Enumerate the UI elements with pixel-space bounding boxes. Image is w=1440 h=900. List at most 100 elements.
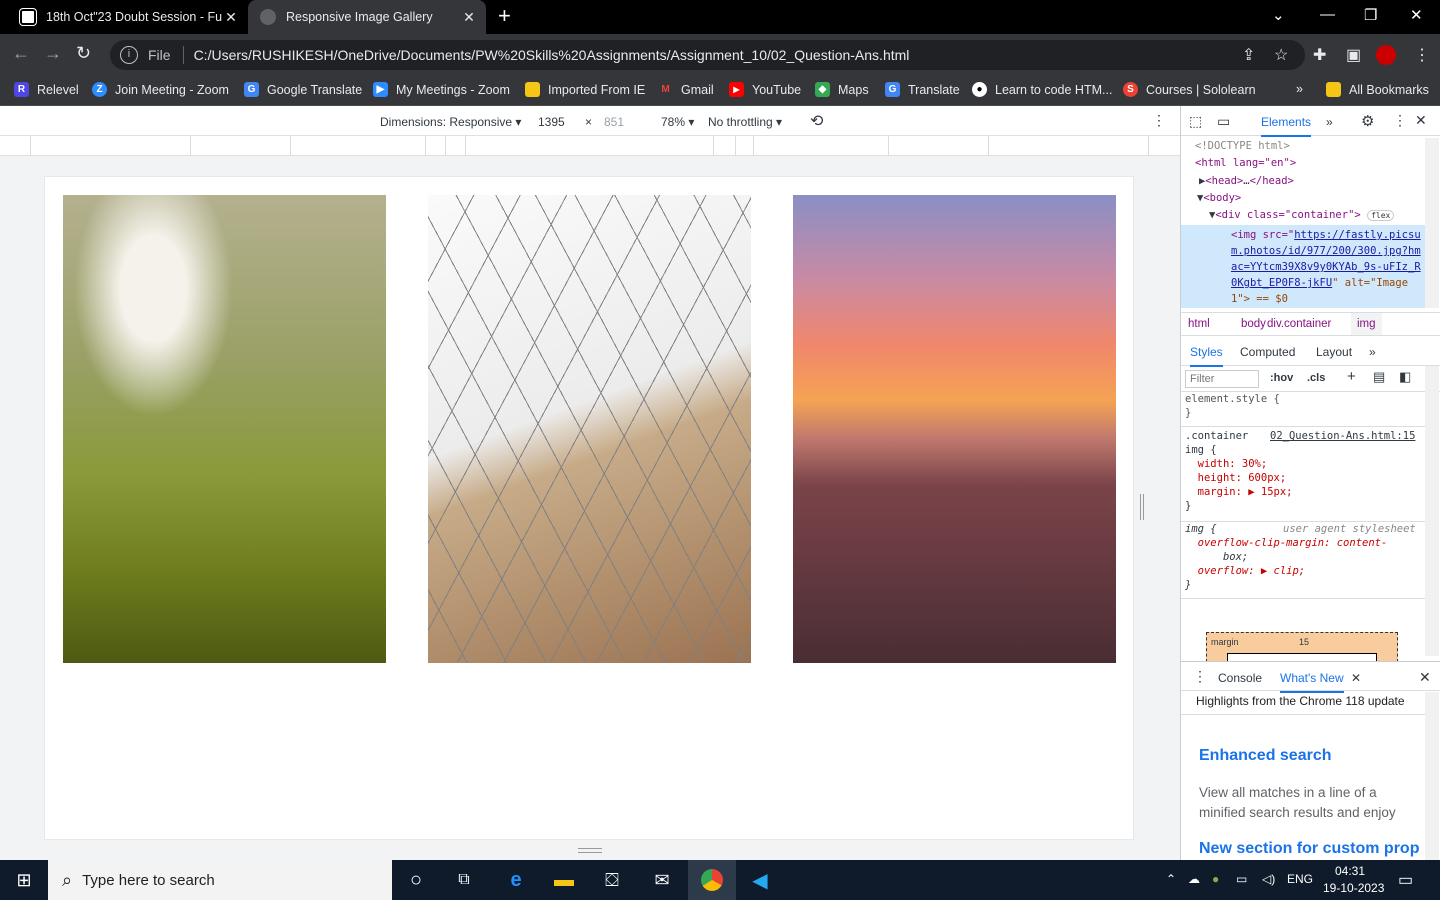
dom-html[interactable]: <html lang="en"> [1195,155,1296,172]
zoom-dropdown[interactable]: 78% ▾ [661,115,694,129]
date-display[interactable]: 19-10-2023 [1323,881,1384,895]
gear-icon[interactable]: ⚙ [1361,112,1374,130]
gallery-image-sunset[interactable] [793,195,1116,663]
notification-icon[interactable]: ▭ [1398,870,1413,890]
styles-filter-input[interactable]: Filter [1185,370,1259,388]
close-icon[interactable]: ✕ [1351,671,1361,685]
menu-kebab-icon[interactable]: ⋮ [1152,112,1166,129]
breadcrumb-body[interactable]: body [1241,318,1266,330]
cloud-icon[interactable]: ☁ [1188,872,1200,886]
dom-div-container[interactable]: ▼<div class="container"> flex [1209,207,1395,224]
cortana-icon[interactable]: ○ [392,860,440,900]
bookmark-relevel[interactable]: R Relevel [14,82,79,97]
whats-new-heading[interactable]: New section for custom prop [1199,840,1425,858]
chrome-icon[interactable] [688,860,736,900]
reload-icon[interactable]: ↻ [76,43,91,64]
tab-styles[interactable]: Styles [1190,345,1223,367]
dom-head[interactable]: ▶<head>…</head> [1199,173,1294,190]
dom-body[interactable]: ▼<body> [1197,190,1241,207]
throttle-dropdown[interactable]: No throttling ▾ [708,115,782,129]
extensions-icon[interactable]: ✚ [1313,45,1326,65]
menu-kebab-icon[interactable]: ⋮ [1393,112,1407,129]
language-indicator[interactable]: ENG [1287,872,1313,886]
bookmark-youtube[interactable]: ▶ YouTube [729,82,801,97]
bookmark-my-meetings[interactable]: ▶ My Meetings - Zoom [373,82,510,97]
taskbar-search[interactable]: ⌕ Type here to search [48,860,392,900]
gallery-image-bridge[interactable] [428,195,751,663]
tab-elements[interactable]: Elements [1261,115,1312,137]
tab-computed[interactable]: Computed [1240,345,1295,359]
close-icon[interactable]: ✕ [1415,112,1427,129]
tab-whats-new[interactable]: What's New [1280,671,1344,693]
more-tabs-icon[interactable]: » [1369,345,1376,359]
volume-icon[interactable]: ◁) [1262,872,1275,886]
menu-kebab-icon[interactable]: ⋮ [1193,668,1207,685]
back-arrow-icon[interactable]: ← [12,43,30,64]
add-rule-icon[interactable]: + [1347,368,1356,385]
close-window-button[interactable]: ✕ [1410,6,1423,24]
dom-img-selected[interactable]: <img src="https://fastly.picsum.photos/i… [1181,225,1425,308]
prop-margin[interactable]: margin: ▶ 15px; [1198,486,1293,498]
width-input[interactable]: 1395 [533,112,581,131]
bookmark-translate[interactable]: G Translate [885,82,960,97]
star-icon[interactable]: ☆ [1274,45,1288,65]
mail-icon[interactable]: ✉ [638,860,686,900]
side-panel-icon[interactable]: ▣ [1346,45,1361,65]
bookmark-maps[interactable]: ◆ Maps [815,82,869,97]
source-link[interactable]: 02_Question-Ans.html:15 [1270,429,1415,443]
shield-icon[interactable]: ● [1212,872,1219,886]
more-bookmarks-button[interactable]: » [1296,82,1303,96]
bookmark-google-translate[interactable]: G Google Translate [244,82,362,97]
scrollbar[interactable] [1425,138,1439,308]
tab-layout[interactable]: Layout [1316,345,1352,359]
scrollbar[interactable] [1425,692,1439,860]
bookmark-sololearn[interactable]: S Courses | Sololearn [1123,82,1256,97]
close-icon[interactable]: ✕ [222,9,240,26]
tab-console[interactable]: Console [1218,671,1262,685]
file-explorer-icon[interactable]: ▬ [540,860,588,900]
forward-arrow-icon[interactable]: → [44,43,62,64]
dimensions-dropdown[interactable]: Dimensions: Responsive ▾ [380,115,521,129]
breadcrumb-img[interactable]: img [1351,313,1382,335]
bookmark-gmail[interactable]: M Gmail [658,82,713,97]
rotate-icon[interactable]: ⟲ [810,111,823,131]
scrollbar[interactable] [1425,366,1439,656]
whats-new-heading[interactable]: Enhanced search [1199,747,1332,765]
prop-width[interactable]: width: 30%; [1198,458,1268,470]
chevron-down-icon[interactable]: ⌄ [1272,6,1285,24]
minimize-button[interactable]: — [1320,6,1335,23]
new-tab-button[interactable]: + [498,5,511,27]
resize-handle[interactable] [578,848,602,853]
inspect-icon[interactable]: ⬚ [1189,113,1202,130]
info-icon[interactable]: i [120,46,138,64]
device-toggle-icon[interactable]: ▭ [1217,113,1230,130]
paint-icon[interactable]: ▤ [1373,369,1385,385]
time-display[interactable]: 04:31 [1335,864,1365,878]
network-icon[interactable]: ▭ [1236,872,1247,886]
height-input[interactable]: 851 [599,112,647,131]
prop-height[interactable]: height: 600px; [1198,472,1287,484]
tab-image-gallery[interactable]: Responsive Image Gallery ✕ [248,0,486,34]
chevron-up-icon[interactable]: ⌃ [1166,872,1176,886]
menu-kebab-icon[interactable]: ⋮ [1414,45,1430,65]
more-tabs-icon[interactable]: » [1326,115,1333,129]
media-query-ruler[interactable] [0,136,1180,156]
sidebar-toggle-icon[interactable]: ◧ [1399,369,1411,385]
url-text[interactable]: C:/Users/RUSHIKESH/OneDrive/Documents/PW… [194,47,910,63]
bookmark-join-zoom[interactable]: Z Join Meeting - Zoom [92,82,229,97]
store-icon[interactable]: ⛋ [588,860,636,900]
cls-toggle[interactable]: .cls [1307,372,1325,384]
tab-doubt-session[interactable]: 18th Oct"23 Doubt Session - Ful ✕ [8,0,248,34]
flex-badge[interactable]: flex [1367,210,1395,221]
close-icon[interactable]: ✕ [460,9,478,26]
hov-toggle[interactable]: :hov [1270,372,1293,384]
share-icon[interactable]: ⇪ [1242,45,1255,65]
restore-button[interactable]: ❐ [1364,6,1377,24]
close-icon[interactable]: ✕ [1419,669,1431,686]
side-resize-handle[interactable] [1140,494,1144,520]
edge-icon[interactable]: e [492,860,540,900]
task-view-icon[interactable]: ⧉ [440,860,488,900]
avatar[interactable] [1376,45,1396,65]
vscode-icon[interactable]: ◀ [736,860,784,900]
windows-start-icon[interactable]: ⊞ [0,860,48,900]
